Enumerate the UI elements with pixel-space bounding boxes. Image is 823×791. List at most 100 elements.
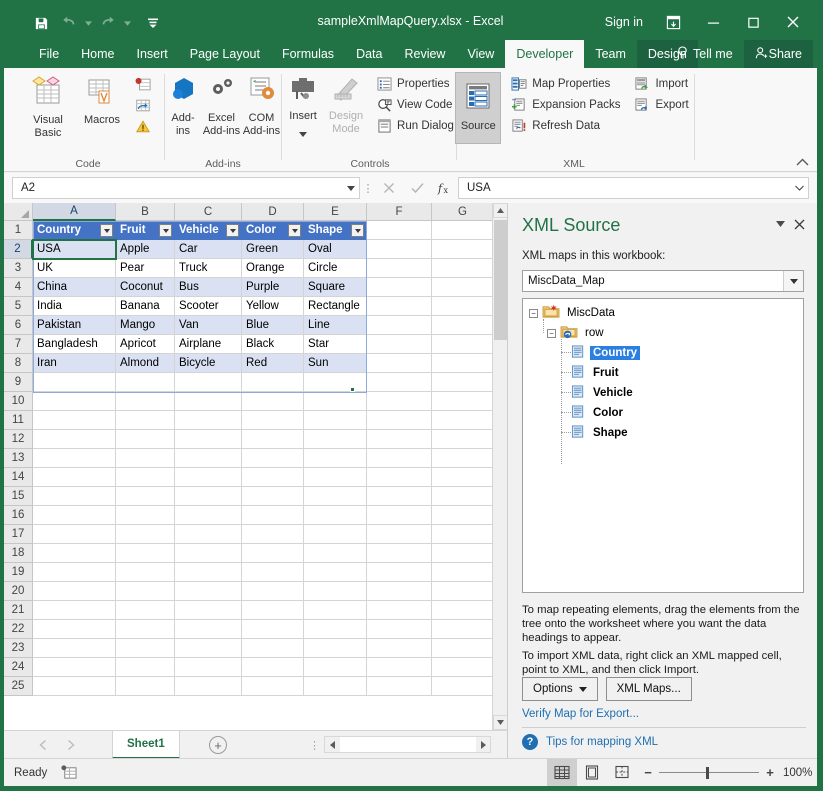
row-header-25[interactable]: 25	[4, 677, 33, 696]
chevron-down-icon[interactable]	[579, 685, 587, 694]
table-cell[interactable]: Pear	[116, 259, 175, 278]
grid-cell[interactable]	[242, 601, 304, 620]
table-header-cell[interactable]: Vehicle	[175, 221, 242, 240]
grid-cell[interactable]	[33, 601, 116, 620]
tab-review[interactable]: Review	[393, 40, 456, 68]
grid-cell[interactable]	[367, 354, 432, 373]
table-header-cell[interactable]: Shape	[304, 221, 367, 240]
grid-cell[interactable]	[175, 639, 242, 658]
grid-cell[interactable]	[304, 373, 367, 392]
grid-cell[interactable]	[367, 278, 432, 297]
table-cell[interactable]: UK	[33, 259, 116, 278]
macro-record-status-icon[interactable]	[61, 765, 77, 781]
grid-cell[interactable]	[242, 506, 304, 525]
collapse-expander-icon[interactable]: −	[529, 309, 538, 318]
row-header-15[interactable]: 15	[4, 487, 33, 506]
row-header-9[interactable]: 9	[4, 373, 33, 392]
share-button[interactable]: Share	[744, 40, 813, 68]
table-cell[interactable]: India	[33, 297, 116, 316]
scroll-right-icon[interactable]	[475, 737, 490, 752]
grid-cell[interactable]	[242, 620, 304, 639]
grid-cell[interactable]	[242, 449, 304, 468]
column-header-d[interactable]: D	[242, 203, 304, 221]
table-cell[interactable]: Bicycle	[175, 354, 242, 373]
grid-cell[interactable]	[367, 335, 432, 354]
zoom-level-label[interactable]: 100%	[783, 767, 817, 779]
grid-cell[interactable]	[175, 563, 242, 582]
grid-cell[interactable]	[367, 601, 432, 620]
grid-cell[interactable]	[304, 525, 367, 544]
grid-cell[interactable]	[304, 658, 367, 677]
grid-cell[interactable]	[367, 582, 432, 601]
grid-cell[interactable]	[175, 430, 242, 449]
grid-cell[interactable]	[304, 639, 367, 658]
tips-row[interactable]: ? Tips for mapping XML	[522, 734, 658, 750]
table-cell[interactable]: Rectangle	[304, 297, 367, 316]
design-mode-button[interactable]: DesignMode	[324, 72, 368, 135]
grid-cell[interactable]	[242, 430, 304, 449]
use-relative-references-button[interactable]	[131, 95, 155, 115]
grid-cell[interactable]	[367, 506, 432, 525]
grid-cell[interactable]	[175, 468, 242, 487]
table-cell[interactable]: Bangladesh	[33, 335, 116, 354]
add-sheet-button[interactable]: +	[209, 736, 227, 754]
grid-cell[interactable]	[304, 677, 367, 696]
row-header-13[interactable]: 13	[4, 449, 33, 468]
grid-cell[interactable]	[33, 506, 116, 525]
grid-cell[interactable]	[367, 316, 432, 335]
grid-cell[interactable]	[367, 411, 432, 430]
table-cell[interactable]: Pakistan	[33, 316, 116, 335]
grid-cell[interactable]	[33, 373, 116, 392]
tips-for-mapping-xml-link[interactable]: Tips for mapping XML	[546, 736, 658, 748]
enter-check-icon[interactable]	[404, 177, 430, 199]
scroll-left-icon[interactable]	[325, 737, 340, 752]
grid-cell[interactable]	[432, 240, 494, 259]
vertical-scrollbar[interactable]	[492, 203, 507, 730]
filter-dropdown-icon[interactable]	[100, 224, 113, 237]
table-cell[interactable]: China	[33, 278, 116, 297]
grid-cell[interactable]	[432, 620, 494, 639]
row-header-21[interactable]: 21	[4, 601, 33, 620]
grid-cell[interactable]	[116, 544, 175, 563]
chevron-down-icon[interactable]	[795, 182, 804, 194]
grid-cell[interactable]	[432, 639, 494, 658]
insert-control-button[interactable]: Insert	[282, 72, 324, 142]
grid-cell[interactable]	[304, 468, 367, 487]
table-cell[interactable]: Coconut	[116, 278, 175, 297]
grid-cell[interactable]	[175, 544, 242, 563]
table-cell[interactable]: Iran	[33, 354, 116, 373]
table-cell[interactable]: Apple	[116, 240, 175, 259]
view-code-button[interactable]: View Code	[372, 95, 458, 115]
macro-security-button[interactable]	[131, 116, 155, 136]
grid-cell[interactable]	[432, 563, 494, 582]
grid-cell[interactable]	[304, 620, 367, 639]
filter-dropdown-icon[interactable]	[351, 224, 364, 237]
grid-cell[interactable]	[33, 544, 116, 563]
xml-maps-button[interactable]: XML Maps...	[606, 677, 692, 701]
grid-cell[interactable]	[367, 468, 432, 487]
grid-cell[interactable]	[116, 468, 175, 487]
grid-cell[interactable]	[432, 221, 494, 240]
table-header-cell[interactable]: Color	[242, 221, 304, 240]
minimize-icon[interactable]	[693, 8, 733, 36]
run-dialog-button[interactable]: Run Dialog	[372, 116, 458, 136]
map-properties-button[interactable]: Map Properties	[507, 74, 624, 94]
tree-node-repeating[interactable]: − row	[547, 323, 607, 343]
grid-cell[interactable]	[432, 278, 494, 297]
grid-cell[interactable]	[432, 354, 494, 373]
record-macro-button[interactable]	[131, 74, 155, 94]
row-header-16[interactable]: 16	[4, 506, 33, 525]
grid-cell[interactable]	[367, 430, 432, 449]
grid-cell[interactable]	[242, 563, 304, 582]
grid-cell[interactable]	[116, 392, 175, 411]
row-header-10[interactable]: 10	[4, 392, 33, 411]
grid-cell[interactable]	[432, 297, 494, 316]
verify-map-for-export-link[interactable]: Verify Map for Export...	[522, 708, 639, 720]
scroll-up-icon[interactable]	[493, 203, 507, 218]
grid-cell[interactable]	[304, 506, 367, 525]
row-header-23[interactable]: 23	[4, 639, 33, 658]
grid-cell[interactable]	[432, 658, 494, 677]
grid-cell[interactable]	[242, 392, 304, 411]
grid-cell[interactable]	[242, 411, 304, 430]
grid-cell[interactable]	[33, 430, 116, 449]
